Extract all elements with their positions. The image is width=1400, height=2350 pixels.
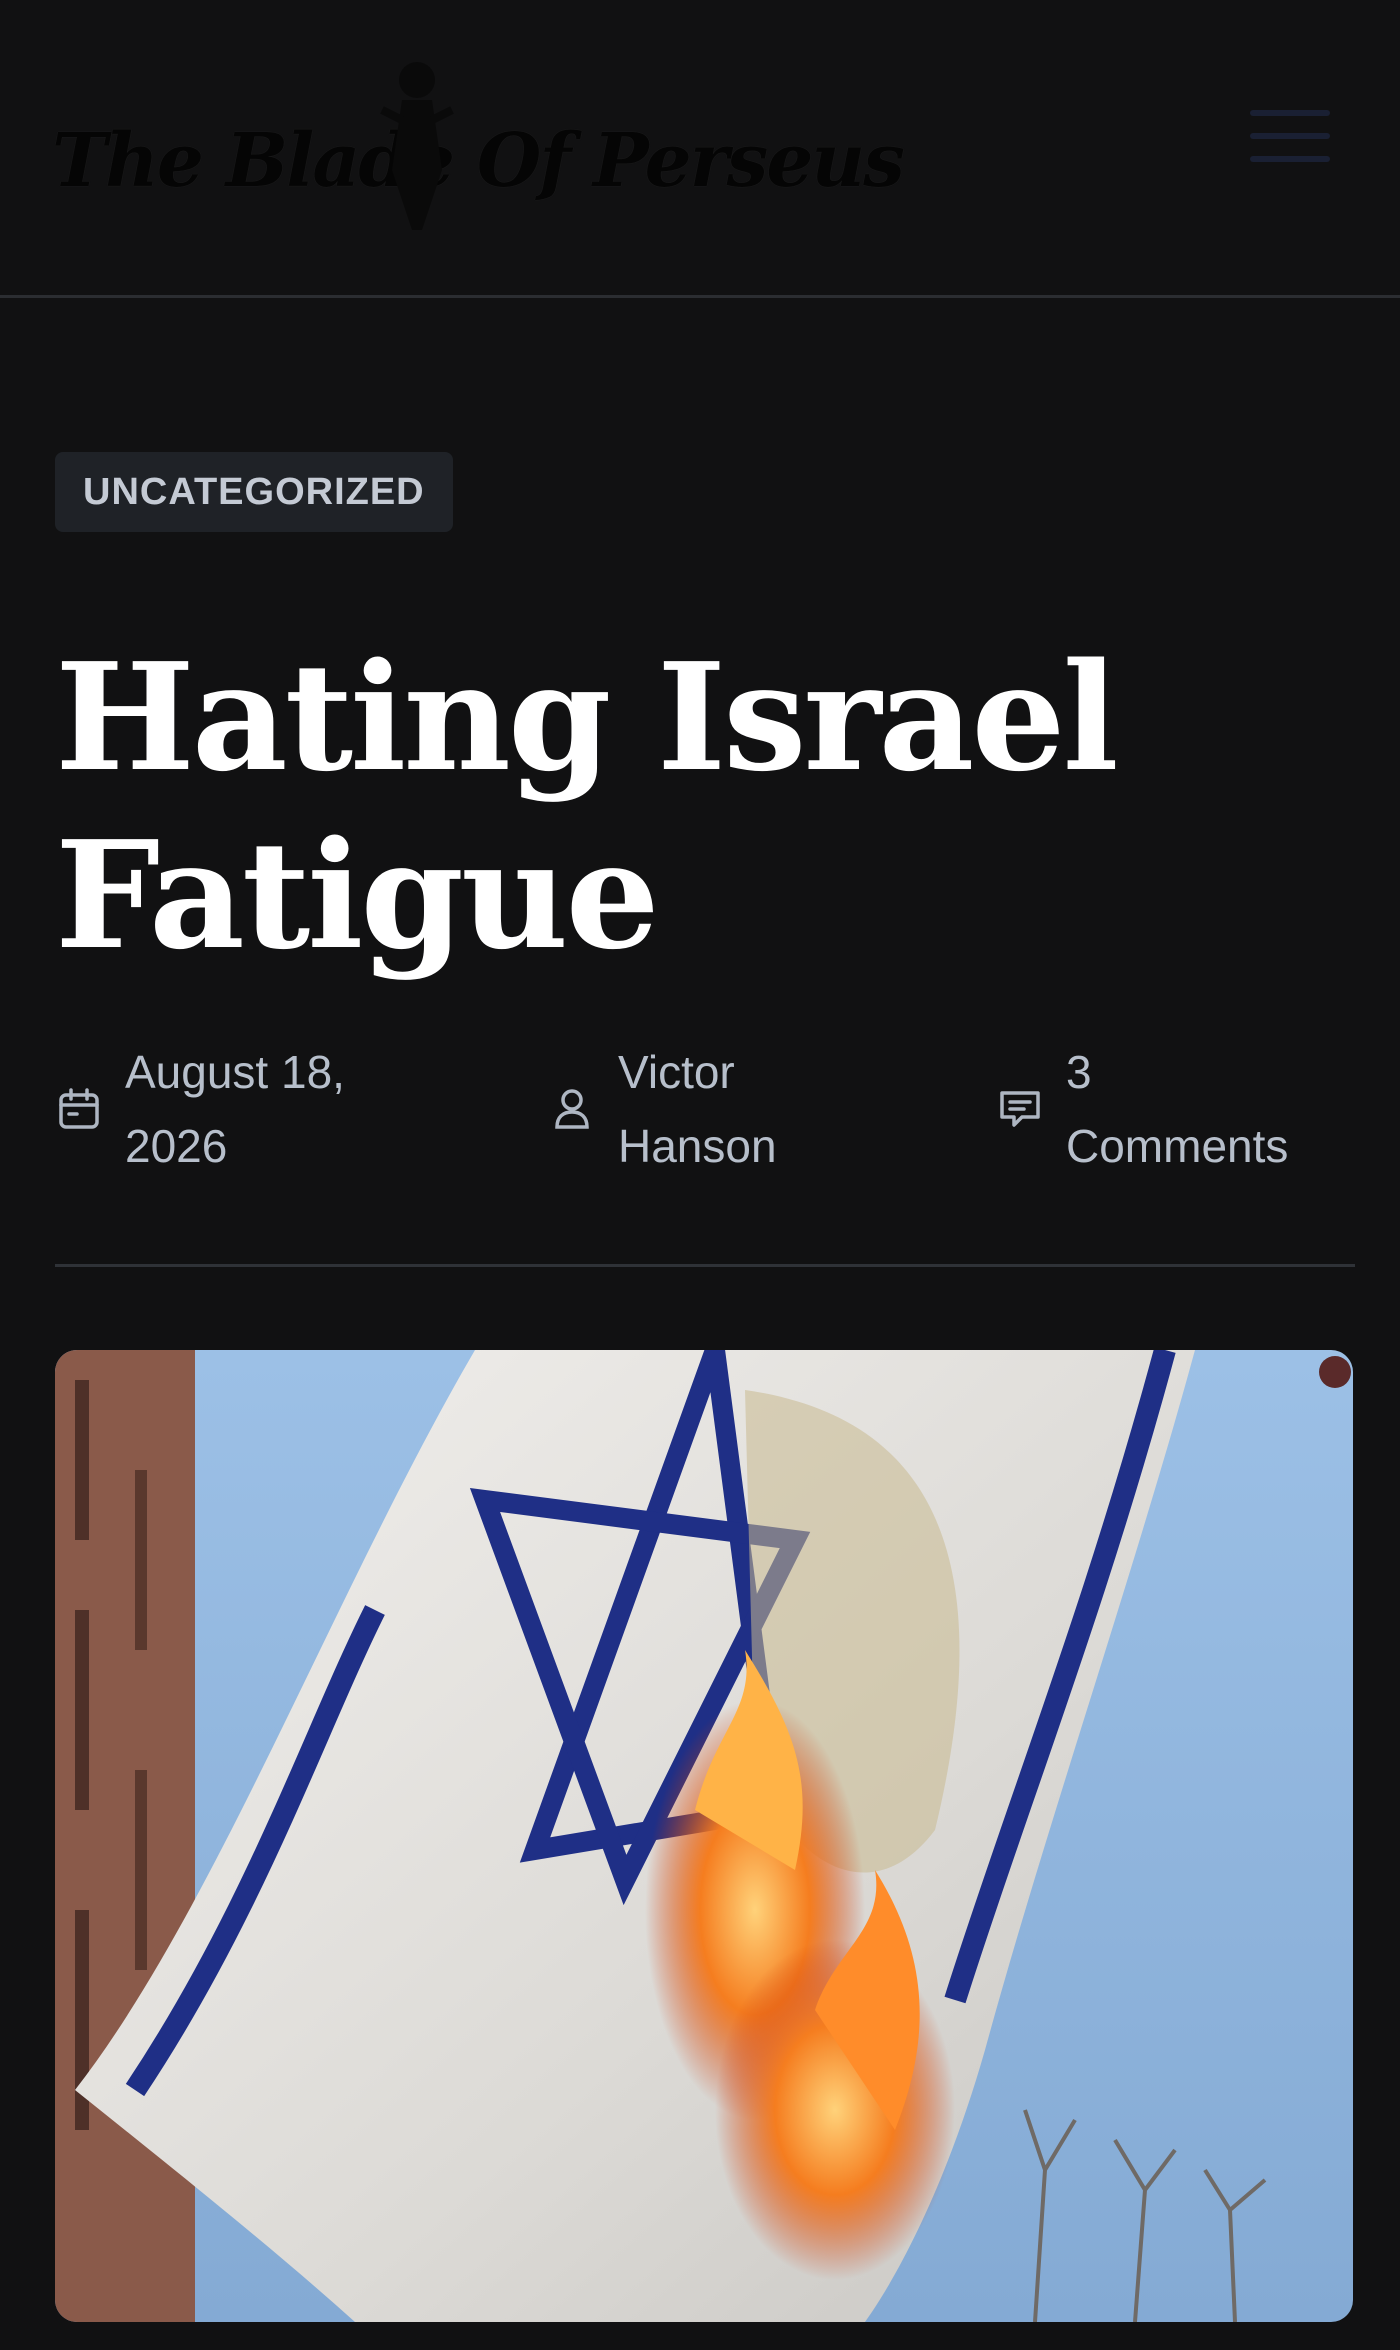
- post-author-line-2: Hanson: [618, 1120, 777, 1172]
- post-comments-label: Comments: [1066, 1120, 1289, 1172]
- site-header: The Blade Of Perseus: [0, 0, 1400, 298]
- post-comments-count: 3: [1066, 1046, 1092, 1098]
- burning-flag-photo: [55, 1350, 1353, 2322]
- user-icon: [548, 1085, 596, 1133]
- post-date-line-1: August 18,: [125, 1046, 345, 1098]
- category-badge[interactable]: UNCATEGORIZED: [55, 452, 453, 532]
- post-title-line-1: Hating Israel: [55, 630, 1119, 804]
- post-date-line-2: 2026: [125, 1120, 228, 1172]
- menu-button[interactable]: [1250, 110, 1330, 166]
- comment-icon: [996, 1085, 1044, 1133]
- featured-image[interactable]: [55, 1350, 1353, 2322]
- logo-emblem-icon: [380, 62, 454, 230]
- post-title: Hating Israel Fatigue: [55, 628, 1155, 984]
- post-date: August 18, 2026: [55, 1035, 345, 1183]
- meta-divider: [55, 1264, 1355, 1267]
- site-logo[interactable]: The Blade Of Perseus: [52, 40, 905, 240]
- post-title-line-2: Fatigue: [55, 808, 660, 982]
- post-meta: August 18, 2026 Victor Hanson 3 Comments: [0, 1035, 1400, 1175]
- post-date-text: August 18, 2026: [125, 1035, 345, 1183]
- logo-text: The Blade Of Perseus: [52, 118, 905, 204]
- post-author-text[interactable]: Victor Hanson: [618, 1035, 777, 1183]
- post-author[interactable]: Victor Hanson: [548, 1035, 777, 1183]
- hamburger-menu-icon: [1250, 110, 1330, 116]
- post-comments-text[interactable]: 3 Comments: [1066, 1035, 1288, 1183]
- post-author-line-1: Victor: [618, 1046, 735, 1098]
- calendar-icon: [55, 1085, 103, 1133]
- post-comments[interactable]: 3 Comments: [996, 1035, 1288, 1183]
